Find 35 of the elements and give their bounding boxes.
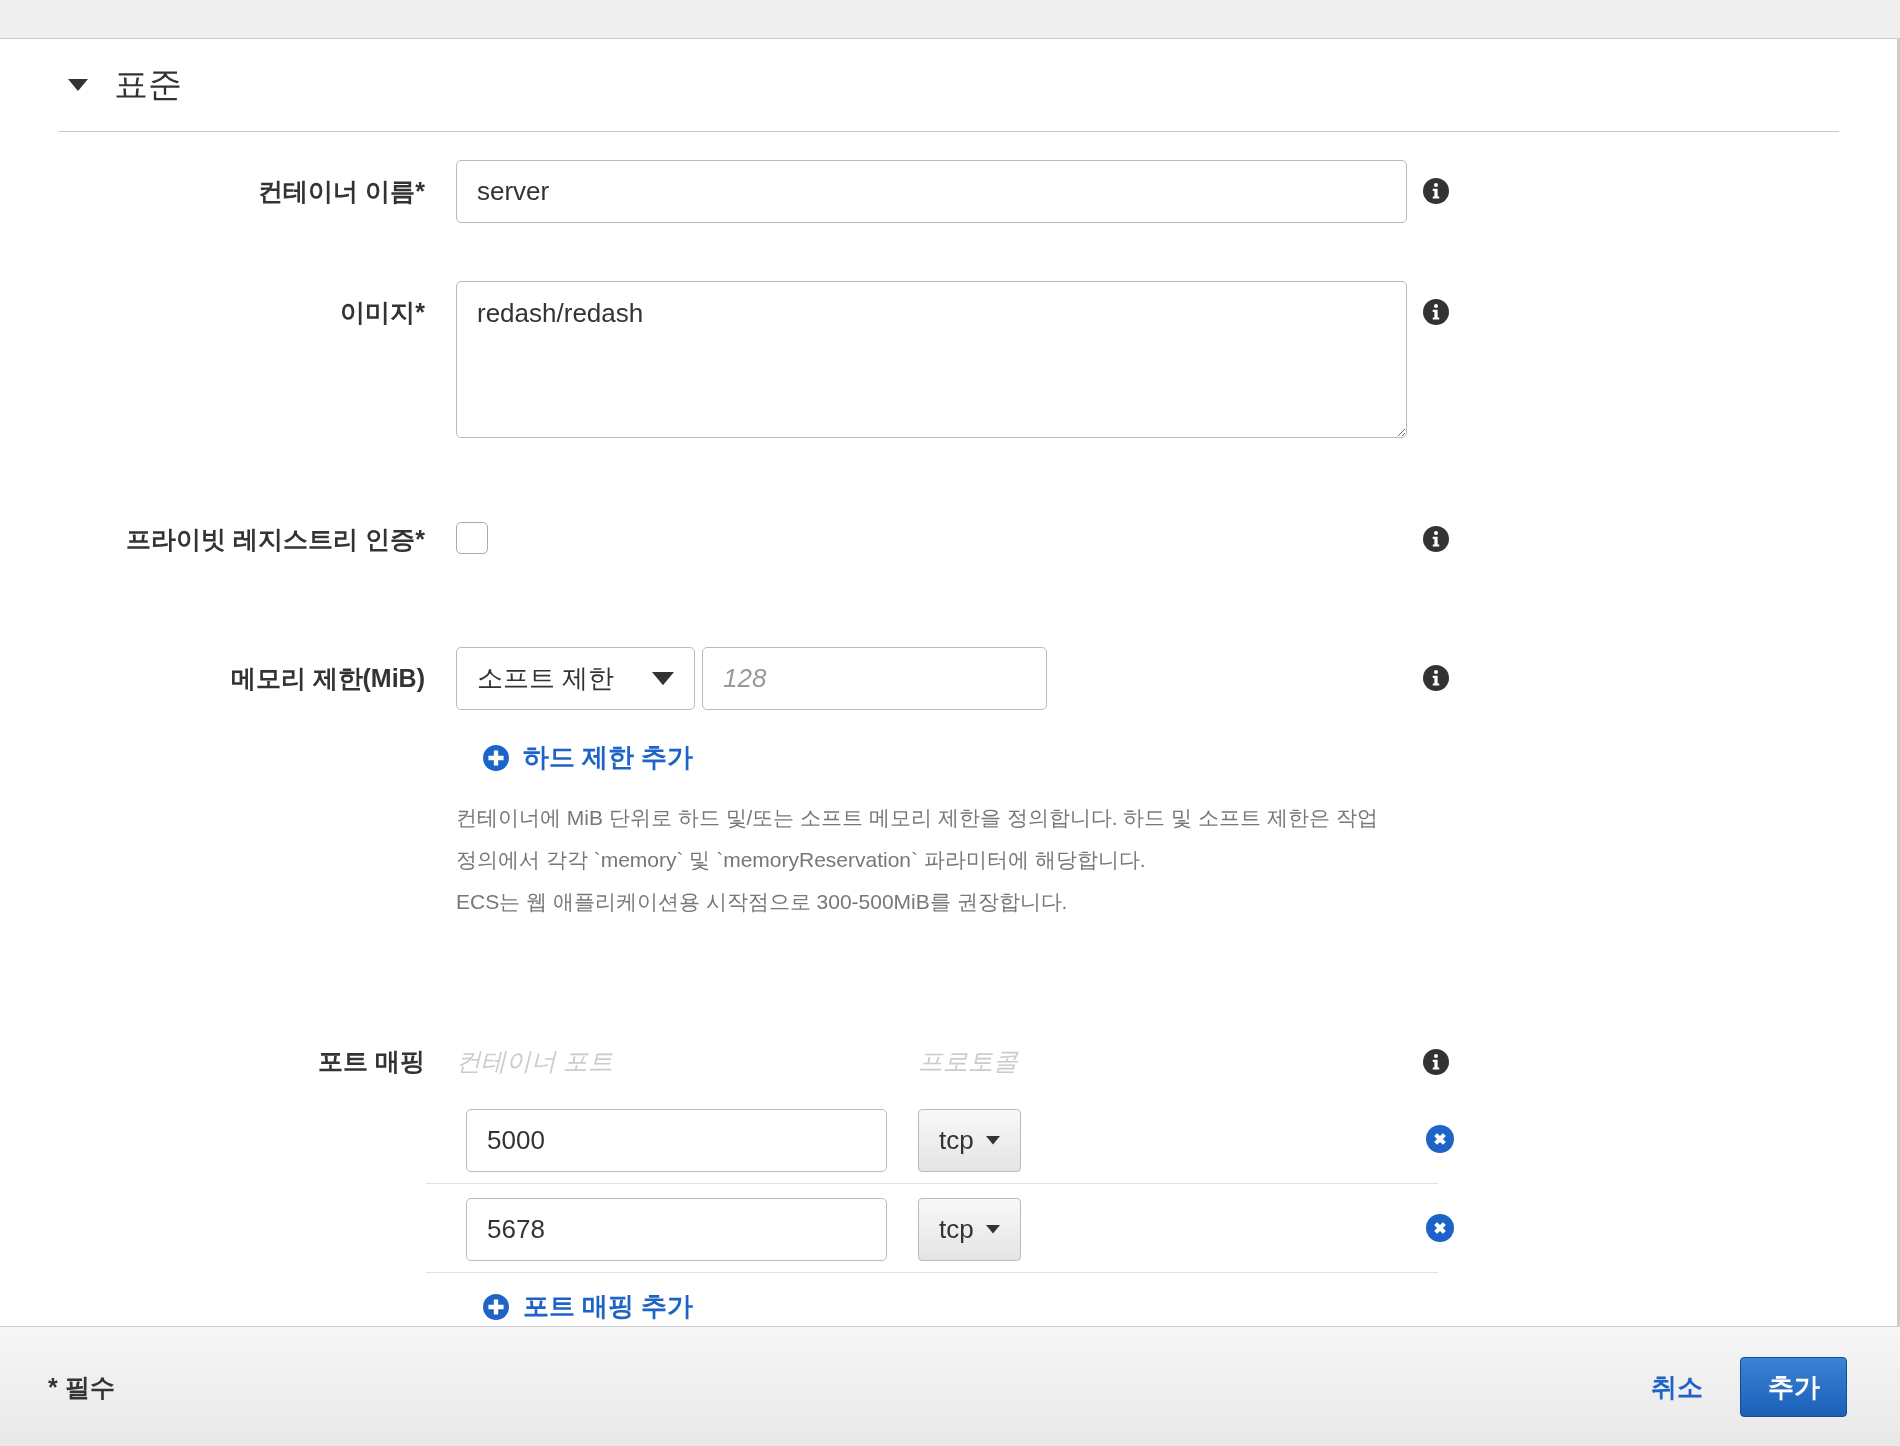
help-text: 정의에서 각각 `memory` 및 `memoryReservation` 파라미터에 해당합니다.: [456, 847, 1147, 873]
field-label: 이미지*: [339, 297, 425, 328]
port-field[interactable]: 5678: [466, 1198, 887, 1261]
info-icon[interactable]: [1423, 299, 1449, 325]
help-text: 컨테이너에 MiB 단위로 하드 및/또는 소프트 메모리 제한을 정의합니다. 하드 및 소프트 제한은 작업: [456, 805, 1379, 831]
field-label: 메모리 제한(MiB): [229, 663, 425, 694]
caret-icon: [985, 1136, 1000, 1145]
add-link[interactable]: 하드 제한 추가: [483, 740, 1407, 775]
plus-circle-icon: [483, 744, 509, 771]
required-note: * 필수: [48, 1371, 115, 1403]
field-label: 컨테이너 이름*: [257, 176, 425, 207]
port-field[interactable]: 5000: [466, 1109, 887, 1172]
info-icon[interactable]: [1423, 1049, 1449, 1075]
input-field[interactable]: 128: [702, 647, 1047, 710]
remove-icon[interactable]: [1426, 1125, 1454, 1153]
section-title[interactable]: 표준: [114, 62, 182, 108]
field-label: 포트 매핑: [317, 1046, 425, 1077]
plus-circle-icon: [483, 1293, 509, 1320]
dropdown[interactable]: 소프트 제한: [456, 647, 695, 710]
cancel-button[interactable]: 취소: [1651, 1369, 1703, 1405]
caret-icon: [985, 1225, 1000, 1234]
protocol-dropdown[interactable]: tcp: [918, 1198, 1021, 1261]
checkbox[interactable]: [456, 522, 488, 554]
protocol-dropdown[interactable]: tcp: [918, 1109, 1021, 1172]
info-icon[interactable]: [1423, 526, 1449, 552]
field-label: 프라이빗 레지스트리 인증*: [125, 524, 425, 555]
text-field[interactable]: server: [456, 160, 1407, 223]
add-button[interactable]: 추가: [1740, 1357, 1847, 1417]
text-area[interactable]: redash/redash: [456, 281, 1407, 438]
help-text: ECS는 웹 애플리케이션용 시작점으로 300-500MiB를 권장합니다.: [456, 889, 1069, 915]
add-link[interactable]: 포트 매핑 추가: [483, 1289, 1407, 1324]
caret-icon: [652, 671, 674, 686]
info-icon[interactable]: [1423, 665, 1449, 691]
info-icon[interactable]: [1423, 178, 1449, 204]
remove-icon[interactable]: [1426, 1214, 1454, 1242]
